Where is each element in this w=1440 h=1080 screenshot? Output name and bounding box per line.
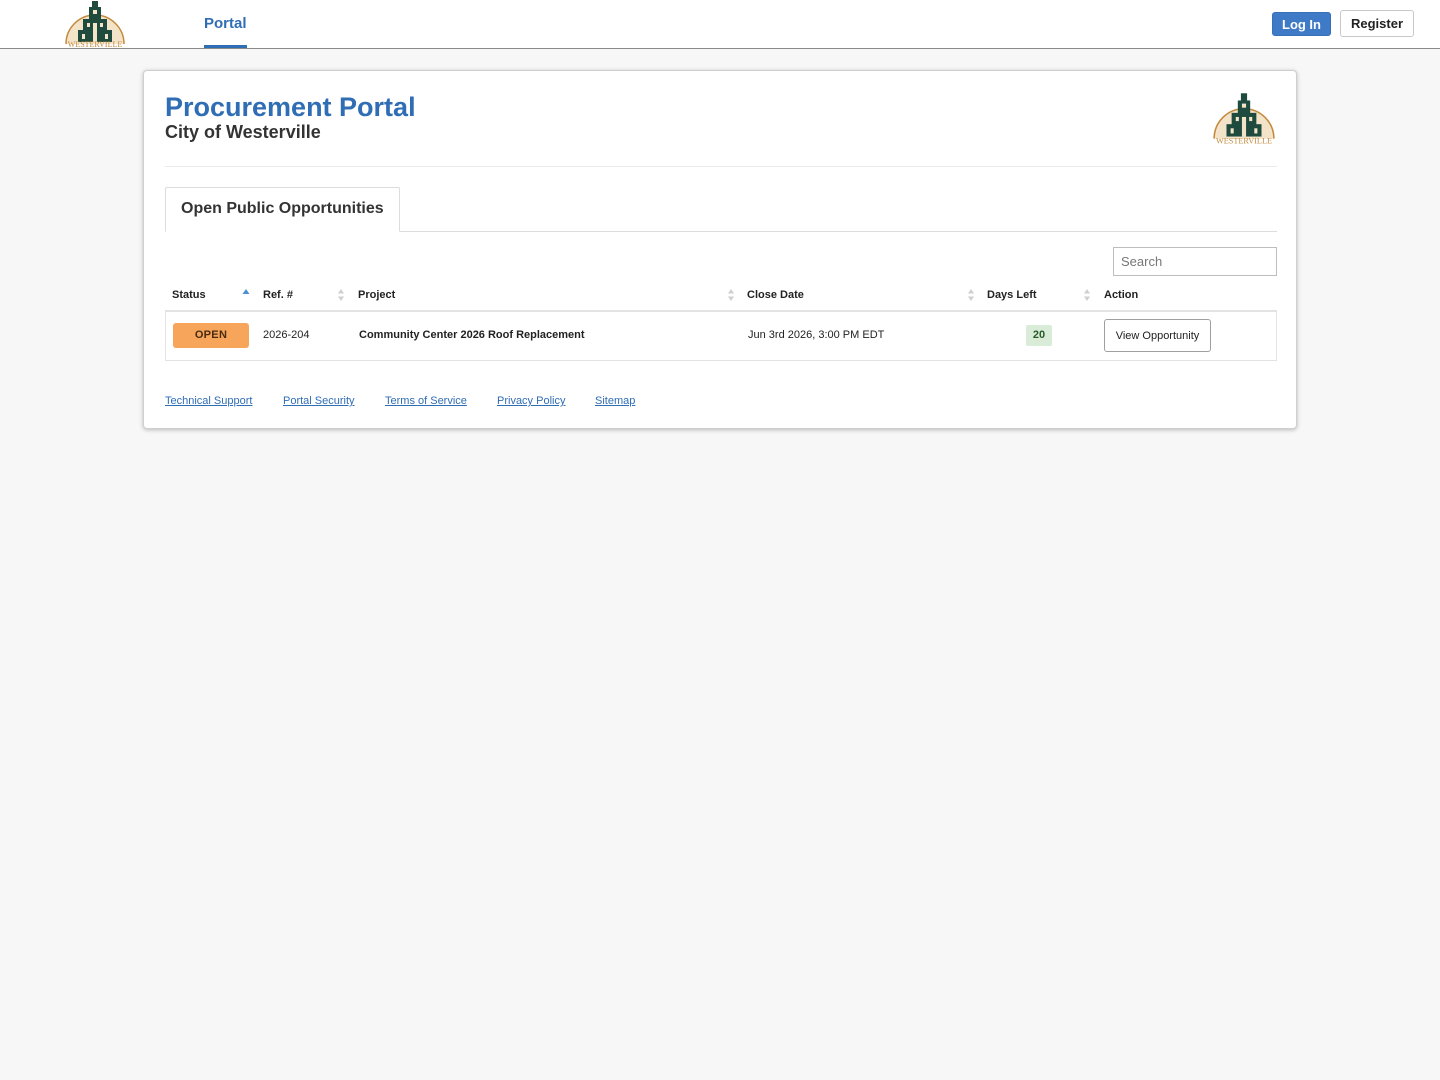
- column-label: Status: [172, 289, 206, 301]
- table-row: OPEN 2026-204 Community Center 2026 Roof…: [165, 312, 1277, 361]
- nav-portal-link[interactable]: Portal: [204, 0, 247, 48]
- column-label: Days Left: [987, 289, 1037, 301]
- westerville-logo-icon: WESTERVILLE: [1213, 93, 1275, 145]
- close-date: Jun 3rd 2026, 3:00 PM EDT: [748, 329, 885, 341]
- sort-unsorted-icon[interactable]: [1083, 287, 1091, 303]
- procurement-card: Procurement Portal City of Westerville W…: [143, 70, 1297, 429]
- column-header-project[interactable]: Project: [358, 281, 728, 310]
- column-header-ref[interactable]: Ref. #: [263, 281, 343, 310]
- project-name: Community Center 2026 Roof Replacement: [359, 329, 585, 341]
- svg-text:WESTERVILLE: WESTERVILLE: [1216, 137, 1272, 145]
- search-input[interactable]: [1113, 247, 1277, 276]
- sort-unsorted-icon[interactable]: [337, 287, 345, 303]
- column-label: Close Date: [747, 289, 804, 301]
- column-header-close-date[interactable]: Close Date: [747, 281, 967, 310]
- login-button[interactable]: Log In: [1272, 12, 1331, 36]
- opportunities-table: Status Ref. # Project Close Date Days Le…: [165, 281, 1277, 361]
- footer-link-terms-of-service[interactable]: Terms of Service: [385, 395, 467, 407]
- page-subtitle: City of Westerville: [165, 122, 321, 142]
- column-label: Project: [358, 289, 396, 301]
- column-header-days-left[interactable]: Days Left: [987, 281, 1077, 310]
- header-divider: [165, 166, 1277, 167]
- top-navigation-bar: WESTERVILLE Portal Log In Register: [0, 0, 1440, 49]
- sort-ascending-icon[interactable]: [242, 287, 250, 303]
- column-label: Ref. #: [263, 289, 293, 301]
- ref-number: 2026-204: [263, 329, 310, 341]
- footer-link-sitemap[interactable]: Sitemap: [595, 395, 635, 407]
- column-header-action: Action: [1104, 281, 1204, 310]
- table-header: Status Ref. # Project Close Date Days Le…: [165, 281, 1277, 312]
- register-button[interactable]: Register: [1340, 10, 1414, 37]
- footer-link-technical-support[interactable]: Technical Support: [165, 395, 252, 407]
- footer-link-portal-security[interactable]: Portal Security: [283, 395, 355, 407]
- sort-unsorted-icon[interactable]: [967, 287, 975, 303]
- page-title: Procurement Portal: [165, 92, 416, 122]
- sort-unsorted-icon[interactable]: [727, 287, 735, 303]
- tab-open-public-opportunities[interactable]: Open Public Opportunities: [165, 187, 400, 232]
- view-opportunity-button[interactable]: View Opportunity: [1104, 319, 1211, 352]
- column-label: Action: [1104, 289, 1139, 301]
- status-badge: OPEN: [173, 323, 249, 348]
- days-left-badge: 20: [1026, 325, 1052, 346]
- footer-link-privacy-policy[interactable]: Privacy Policy: [497, 395, 565, 407]
- westerville-logo-icon[interactable]: WESTERVILLE: [62, 0, 128, 48]
- svg-text:WESTERVILLE: WESTERVILLE: [68, 40, 123, 48]
